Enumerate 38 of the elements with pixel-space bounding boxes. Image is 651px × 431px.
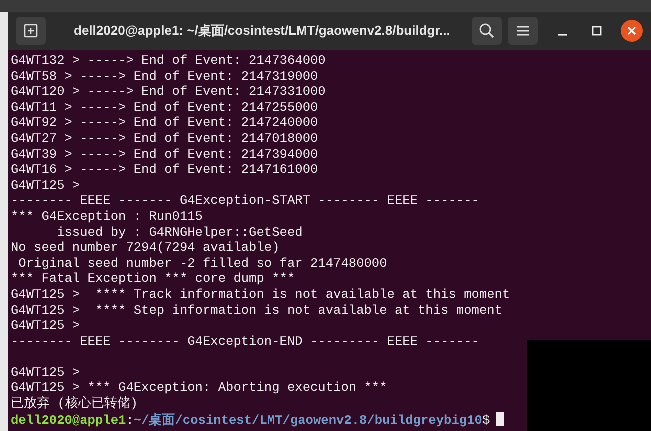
output-line: -------- EEEE ------- G4Exception-START -------- EEEE ------- [11,193,480,209]
close-icon [627,26,637,36]
output-line: G4WT58 > -----> End of Event: 2147319000 [11,68,320,84]
minimize-icon [558,34,566,36]
output-line: *** G4Exception : Run0115 [11,208,204,225]
new-tab-icon [24,24,38,38]
prompt-separator: : [126,412,134,428]
output-line: G4WT120 > -----> End of Event: 2147331000 [11,84,327,100]
output-line: No seed number 7294(7294 available) [11,240,281,256]
search-icon [479,23,495,39]
output-line: G4WT125 > [11,178,82,194]
output-line: G4WT92 > -----> End of Event: 2147240000 [11,115,320,131]
output-line: *** Fatal Exception *** core dump *** [11,271,296,287]
output-line: 已放弃 (核心已转储) [11,396,140,412]
close-button[interactable] [621,20,643,42]
output-line: G4WT132 > -----> End of Event: 2147364000 [11,53,327,69]
output-line: G4WT125 > [11,364,82,380]
window-title: dell2020@apple1: ~/桌面/cosintest/LMT/gaowenv2.8/buildgr... [73,22,452,40]
new-tab-button[interactable] [16,17,46,45]
output-line: -------- EEEE -------- G4Exception-END --------- EEEE ------- [11,334,480,350]
prompt-user-host: dell2020@apple1 [11,412,126,428]
prompt-path: ~/桌面/cosintest/LMT/gaowenv2.8/buildgreybig10 [134,412,482,428]
output-line: G4WT125 > [11,318,82,334]
prompt-symbol: $ [482,412,490,428]
output-line: G4WT125 > **** Track information is not available at this moment [11,286,512,302]
output-line: G4WT125 > **** Step information is not available at this moment [11,302,504,318]
maximize-icon [592,26,602,36]
output-line: G4WT27 > -----> End of Event: 2147018000 [11,130,320,147]
output-line: G4WT125 > *** G4Exception: Aborting execution *** [11,380,388,396]
search-button[interactable] [472,17,502,45]
menu-icon [516,25,530,37]
output-line: G4WT39 > -----> End of Event: 2147394000 [11,146,320,162]
menu-button[interactable] [508,17,538,45]
output-line: G4WT16 > -----> End of Event: 2147161000 [11,162,320,178]
output-line: Original seed number -2 filled so far 2147480000 [18,256,388,272]
output-line: issued by : G4RNGHelper::GetSeed [56,224,304,240]
output-line: G4WT11 > -----> End of Event: 2147255000 [11,100,320,116]
text-cursor [496,412,504,426]
